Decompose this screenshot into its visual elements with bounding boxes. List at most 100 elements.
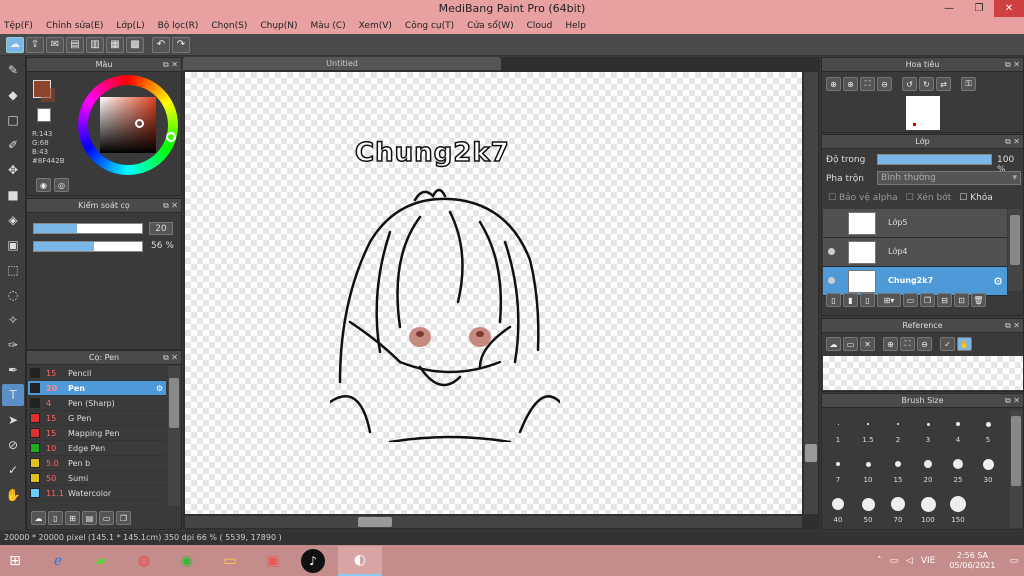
menu-layer[interactable]: Lớp(L) <box>116 21 144 31</box>
drawing-canvas[interactable]: Chung2k7 <box>185 72 802 514</box>
size-slider[interactable] <box>33 223 143 234</box>
green-app-icon[interactable]: ◉ <box>172 546 202 576</box>
brush-size-cell[interactable]: 5 <box>974 412 1002 444</box>
eye-icon[interactable] <box>828 277 835 284</box>
secondary-color-swatch[interactable] <box>41 88 55 102</box>
panel-close-icon[interactable]: ⧉ ✕ <box>1005 394 1020 408</box>
brush-item[interactable]: 15 Mapping Pen <box>28 426 166 441</box>
bucket-tool-icon[interactable]: ◈ <box>2 209 24 231</box>
merge2-icon[interactable]: ⊡ <box>954 293 969 307</box>
vertical-scrollbar[interactable] <box>804 72 818 514</box>
menu-color[interactable]: Màu (C) <box>311 21 346 31</box>
close-button[interactable]: ✕ <box>994 0 1024 17</box>
menu-filter[interactable]: Bộ lọc(R) <box>158 21 199 31</box>
horizontal-scrollbar[interactable] <box>185 516 802 528</box>
select-rect-tool-icon[interactable]: ⬚ <box>2 259 24 281</box>
blend-select[interactable]: Bình thường ▾ <box>877 171 1021 185</box>
fill-rect-tool-icon[interactable]: ■ <box>2 184 24 206</box>
menu-file[interactable]: Tệp(F) <box>4 21 33 31</box>
brush-settings-icon[interactable]: ▤ <box>82 511 97 525</box>
reference-view[interactable] <box>823 356 1023 390</box>
brush-item[interactable]: 5.0 Pen b <box>28 456 166 471</box>
close-icon[interactable]: ✕ <box>860 337 875 351</box>
minimize-button[interactable]: — <box>934 0 964 17</box>
grid-icon[interactable]: ▩ <box>126 36 144 53</box>
folder-icon[interactable]: ▭ <box>99 511 114 525</box>
add-brush-icon[interactable]: ⊞ <box>65 511 80 525</box>
brush-size-cell[interactable]: 1 <box>824 412 852 444</box>
panel-close-icon[interactable]: ⧉ ✕ <box>163 351 178 365</box>
magic-wand-icon[interactable]: ✧ <box>2 309 24 331</box>
share-icon[interactable]: ⇪ <box>26 36 44 53</box>
palette2-icon[interactable]: ◎ <box>54 178 69 192</box>
powerpoint-icon[interactable]: ▣ <box>258 546 288 576</box>
brush-size-cell[interactable]: 25 <box>944 452 972 484</box>
brush-size-cell[interactable]: 2 <box>884 412 912 444</box>
brush-size-cell[interactable]: 3 <box>914 412 942 444</box>
lasso-tool-icon[interactable]: ◌ <box>2 284 24 306</box>
new-layer3-icon[interactable]: ▯ <box>860 293 875 307</box>
volume-icon[interactable]: ◁ <box>906 556 913 566</box>
gear-icon[interactable]: ⚙ <box>156 384 163 393</box>
brush-item[interactable]: 15 G Pen <box>28 411 166 426</box>
cloud-icon[interactable]: ☁ <box>6 36 24 53</box>
file-explorer-icon[interactable]: ▭ <box>215 546 245 576</box>
palette-icon[interactable]: ◉ <box>36 178 51 192</box>
panel-close-icon[interactable]: ⧉ ✕ <box>1005 58 1020 72</box>
clock[interactable]: 2:56 SA 05/06/2021 <box>949 551 995 571</box>
new-layer2-icon[interactable]: ▮ <box>843 293 858 307</box>
zoom-in-icon[interactable]: ⊕ <box>883 337 898 351</box>
brush-size-cell[interactable]: 100 <box>914 492 942 524</box>
brush-item[interactable]: 50 Sumi <box>28 471 166 486</box>
layer-item[interactable]: Lớp5 <box>823 209 1007 238</box>
select-pen-icon[interactable]: ✑ <box>2 334 24 356</box>
menu-window[interactable]: Cửa sổ(W) <box>467 21 513 31</box>
panel-close-icon[interactable]: ⧉ ✕ <box>163 58 178 72</box>
medibang-taskbar-icon[interactable]: ◐ <box>338 545 382 576</box>
new-layer-icon[interactable]: ▯ <box>826 293 841 307</box>
brush-item[interactable]: 10 Edge Pen <box>28 441 166 456</box>
zoom-in2-icon[interactable]: ⊕ <box>843 77 858 91</box>
brush-size-cell[interactable]: 1.5 <box>854 412 882 444</box>
zoom-out-icon[interactable]: ⊖ <box>877 77 892 91</box>
cloud-icon[interactable]: ☁ <box>826 337 841 351</box>
brush-item[interactable]: 11.1 Watercolor <box>28 486 166 501</box>
folder-icon[interactable]: ▭ <box>903 293 918 307</box>
panel-close-icon[interactable]: ⧉ ✕ <box>1005 135 1020 149</box>
eyedropper-icon[interactable]: ✓ <box>940 337 955 351</box>
speech-icon[interactable]: ▤ <box>66 36 84 53</box>
brush-size-cell[interactable]: 20 <box>914 452 942 484</box>
layer-scrollbar[interactable] <box>1008 209 1022 291</box>
eraser-tool-icon[interactable]: ◆ <box>2 84 24 106</box>
lock-checkbox[interactable]: ☐ Khóa <box>959 193 993 203</box>
gradient-tool-icon[interactable]: ▣ <box>2 234 24 256</box>
tray-arrow-icon[interactable]: ˄ <box>877 556 882 566</box>
menu-cloud[interactable]: Cloud <box>527 21 553 31</box>
cloud-download-icon[interactable]: ☁ <box>31 511 46 525</box>
duplicate-icon[interactable]: ❐ <box>116 511 131 525</box>
undo-icon[interactable]: ↶ <box>152 36 170 53</box>
brush-size-cell[interactable]: 4 <box>944 412 972 444</box>
brush-size-cell[interactable]: 15 <box>884 452 912 484</box>
add-layer-menu-icon[interactable]: ⊞▾ <box>877 293 901 307</box>
zoom-in-icon[interactable]: ⊕ <box>826 77 841 91</box>
merge-icon[interactable]: ⊟ <box>937 293 952 307</box>
brush-scrollbar[interactable] <box>168 366 180 506</box>
brush-size-cell[interactable]: 7 <box>824 452 852 484</box>
saturation-square[interactable] <box>100 97 156 153</box>
ie-icon[interactable]: ℯ <box>43 546 73 576</box>
lock-icon[interactable]: ⚿ <box>961 77 976 91</box>
document-tab[interactable]: Untitled <box>183 57 501 70</box>
eyedropper-icon[interactable]: ✓ <box>2 459 24 481</box>
opacity-slider[interactable] <box>33 241 143 252</box>
panel-close-icon[interactable]: ⧉ ✕ <box>163 199 178 213</box>
layer-item[interactable]: Chung2k7 ⚙ <box>823 267 1007 296</box>
rect-tool-icon[interactable]: □ <box>2 109 24 131</box>
redo-icon[interactable]: ↷ <box>172 36 190 53</box>
maximize-button[interactable]: ❐ <box>964 0 994 17</box>
move-tool-icon[interactable]: ✥ <box>2 159 24 181</box>
panel-close-icon[interactable]: ⧉ ✕ <box>1005 319 1020 333</box>
fit-icon[interactable]: ⛶ <box>860 77 875 91</box>
delete-layer-icon[interactable]: 🗑 <box>971 293 986 307</box>
text-tool-icon[interactable]: T <box>2 384 24 406</box>
